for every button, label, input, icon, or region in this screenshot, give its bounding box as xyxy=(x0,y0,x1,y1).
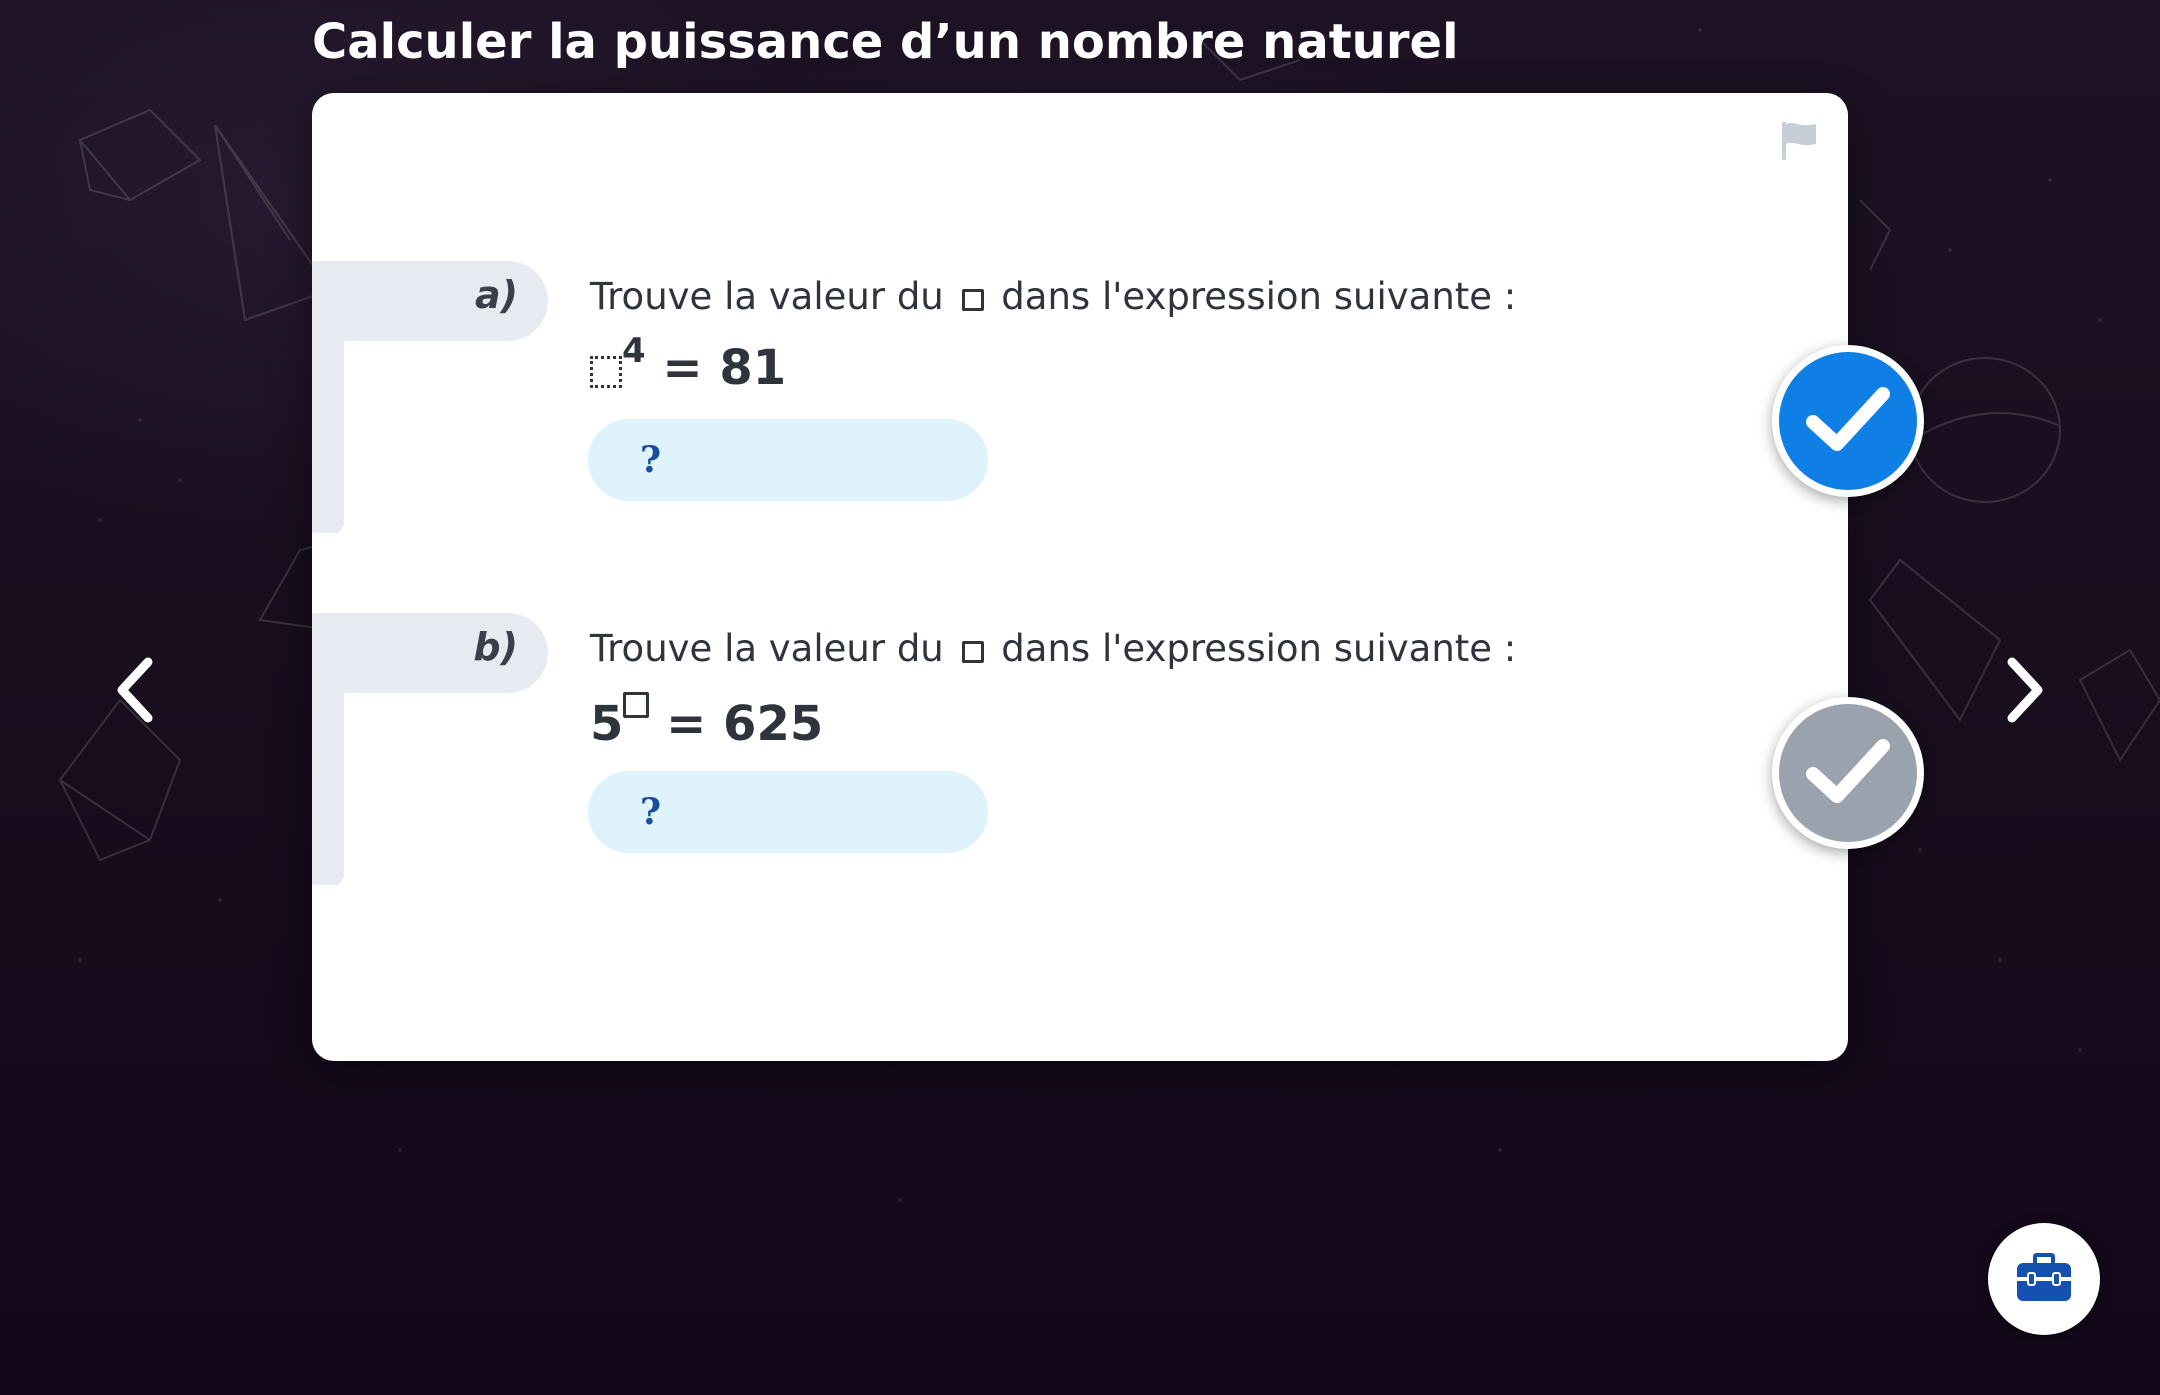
check-answer-b-button[interactable] xyxy=(1772,697,1924,849)
toolbox-button[interactable] xyxy=(1988,1223,2100,1335)
prompt-text: dans l'expression suivante : xyxy=(1001,627,1517,670)
placeholder-box-icon xyxy=(961,641,984,663)
exercise-card xyxy=(312,93,1848,1061)
expression-rhs: = 625 xyxy=(666,696,824,752)
question-a-label: a) xyxy=(312,261,548,533)
unknown-box-icon xyxy=(623,692,650,718)
question-letter: b) xyxy=(473,625,518,669)
check-answer-a-button[interactable] xyxy=(1772,345,1924,497)
question-b-prompt: Trouve la valeur du dans l'expression su… xyxy=(590,627,1516,670)
flag-icon[interactable] xyxy=(1780,120,1818,162)
answer-field-b[interactable] xyxy=(588,771,988,853)
answer-field-a[interactable] xyxy=(588,419,988,501)
expression-rhs: = 81 xyxy=(662,340,787,396)
placeholder-box-icon xyxy=(961,289,984,311)
question-b-label: b) xyxy=(312,613,548,885)
prompt-text: dans l'expression suivante : xyxy=(1001,275,1517,318)
question-a-prompt: Trouve la valeur du dans l'expression su… xyxy=(590,275,1516,318)
chevron-right-icon xyxy=(2007,657,2043,723)
expression-base: 5 xyxy=(590,696,624,752)
prompt-text: Trouve la valeur du xyxy=(590,627,944,670)
toolbox-icon xyxy=(2017,1253,2071,1301)
page-title: Calculer la puissance d’un nombre nature… xyxy=(312,14,1459,70)
prompt-text: Trouve la valeur du xyxy=(590,275,944,318)
question-a-expression: 4 = 81 xyxy=(590,334,787,396)
previous-button[interactable] xyxy=(104,650,164,730)
unknown-box-icon xyxy=(590,356,622,388)
next-button[interactable] xyxy=(1996,650,2056,730)
question-letter: a) xyxy=(474,273,518,317)
checkmark-icon xyxy=(1806,387,1890,451)
chevron-left-icon xyxy=(117,657,153,723)
checkmark-icon xyxy=(1806,739,1890,803)
question-b-expression: 5 = 625 xyxy=(590,692,823,752)
exponent: 4 xyxy=(622,331,646,371)
